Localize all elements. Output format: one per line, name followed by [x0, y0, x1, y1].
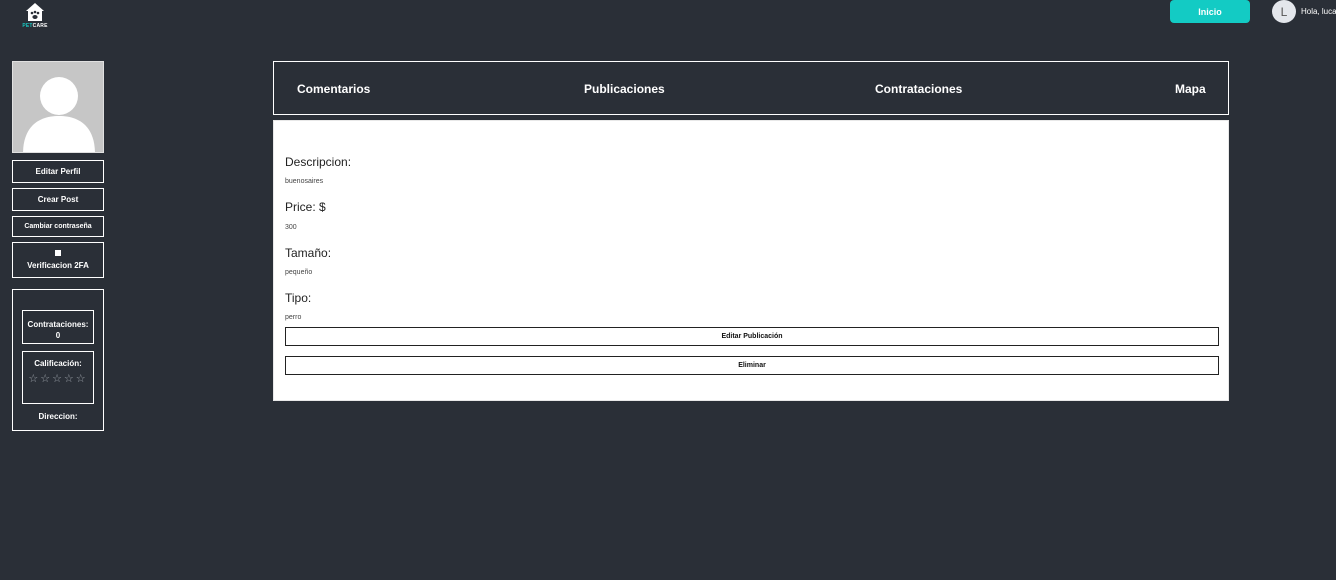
edit-profile-button[interactable]: Editar Perfil [12, 160, 104, 183]
tab-comentarios[interactable]: Comentarios [297, 82, 370, 96]
house-paw-icon [26, 3, 44, 21]
two-factor-label: Verificacion 2FA [27, 261, 89, 270]
default-user-icon [23, 77, 95, 152]
edit-post-button[interactable]: Editar Publicación [285, 327, 1219, 346]
hires-label: Contrataciones: [27, 320, 89, 329]
logo-pet-text: PET [22, 23, 33, 29]
logo-wordmark: PETCARE [18, 23, 52, 29]
delete-post-button[interactable]: Eliminar [285, 356, 1219, 375]
inicio-button[interactable]: Inicio [1170, 0, 1250, 23]
logo-care-text: CARE [32, 23, 48, 29]
type-label: Tipo: [285, 291, 312, 305]
address-label: Direccion: [38, 412, 78, 421]
post-card: Descripcion: buenosaires Price: $ 300 Ta… [273, 120, 1229, 401]
user-avatar[interactable]: L [1272, 0, 1296, 23]
profile-picture [12, 61, 104, 153]
hires-stat: Contrataciones: 0 [22, 310, 94, 344]
size-label: Tamaño: [285, 246, 332, 260]
description-value: buenosaires [285, 178, 324, 185]
checkbox-icon[interactable] [55, 250, 61, 256]
change-password-button[interactable]: Cambiar contraseña [12, 216, 104, 237]
price-label: Price: $ [285, 200, 326, 214]
profile-stats-panel: Contrataciones: 0 Calificación: ☆☆☆☆☆ Di… [12, 289, 104, 431]
profile-tabs: Comentarios Publicaciones Contrataciones… [273, 61, 1229, 115]
rating-label: Calificación: [34, 359, 82, 368]
two-factor-toggle[interactable]: Verificacion 2FA [12, 242, 104, 278]
rating-stat: Calificación: ☆☆☆☆☆ [22, 351, 94, 404]
hires-count: 0 [55, 331, 61, 340]
tab-mapa[interactable]: Mapa [1175, 82, 1206, 96]
tab-contrataciones[interactable]: Contrataciones [875, 82, 962, 96]
price-value: 300 [285, 224, 297, 231]
type-value: perro [285, 314, 302, 321]
tab-publicaciones[interactable]: Publicaciones [584, 82, 665, 96]
greeting-text: Hola, lucas [1301, 7, 1336, 16]
size-value: pequeño [285, 269, 313, 276]
create-post-button[interactable]: Crear Post [12, 188, 104, 211]
petcare-logo[interactable]: PETCARE [18, 2, 52, 32]
rating-stars-icon: ☆☆☆☆☆ [28, 373, 88, 385]
description-label: Descripcion: [285, 155, 352, 169]
